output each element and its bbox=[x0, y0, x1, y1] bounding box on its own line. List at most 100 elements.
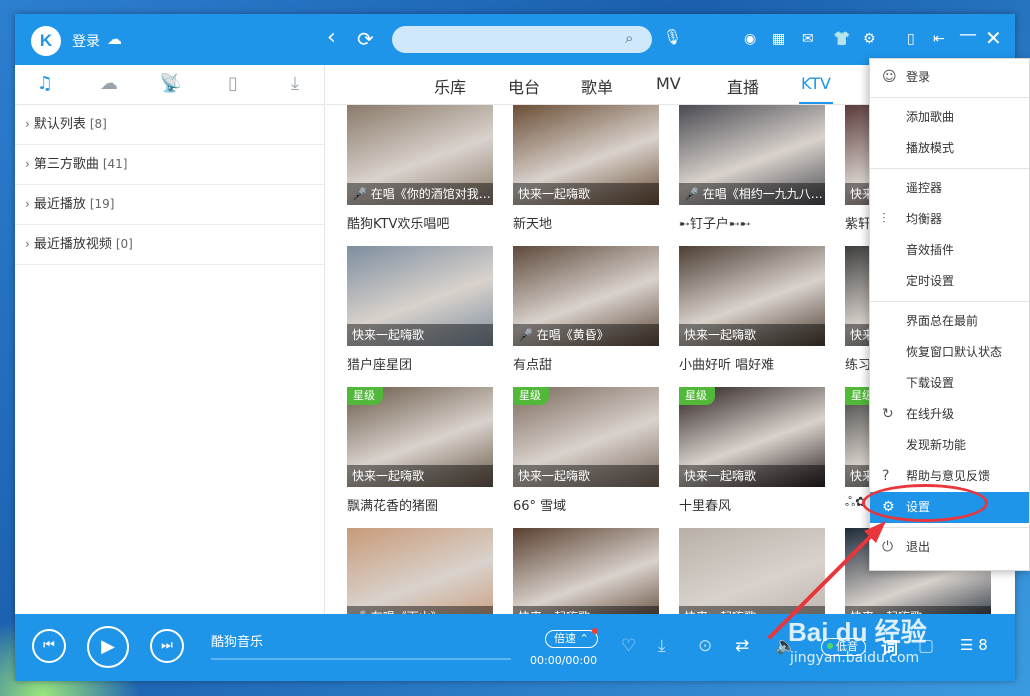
room-thumbnail[interactable]: 快来一起嗨歌 bbox=[347, 246, 493, 346]
favorite-icon[interactable]: ♡ bbox=[621, 636, 636, 656]
menu-item[interactable]: 音效插件 bbox=[870, 235, 1029, 266]
broadcast-icon[interactable]: 📡 bbox=[156, 73, 186, 94]
room-title[interactable]: 有点甜 bbox=[513, 354, 659, 373]
menu-item[interactable]: 发现新功能 bbox=[870, 430, 1029, 461]
skin-icon[interactable]: 👕 bbox=[833, 30, 850, 48]
more-icon[interactable]: ⊙ bbox=[698, 636, 712, 656]
sidebar-item[interactable]: › 最近播放视频 [0] bbox=[15, 225, 324, 265]
kugou-logo[interactable]: K bbox=[31, 26, 61, 56]
tab-library[interactable]: 乐库 bbox=[434, 74, 466, 98]
room-thumbnail[interactable]: 🎤 在唱《黄昏》 bbox=[513, 246, 659, 346]
refresh-icon[interactable]: ⟳ bbox=[357, 26, 374, 52]
menu-item[interactable]: 下载设置 bbox=[870, 368, 1029, 399]
ktv-room-card[interactable]: 星级快来一起嗨歌十里春风 bbox=[679, 387, 825, 514]
menu-item[interactable]: ⫶ 均衡器 bbox=[870, 204, 1029, 235]
chevron-right-icon: › bbox=[25, 157, 30, 171]
close-icon[interactable]: ✕ bbox=[985, 26, 1002, 50]
room-title[interactable]: 十里春风 bbox=[679, 495, 825, 514]
collapse-icon[interactable]: ⇤ bbox=[933, 30, 945, 48]
ktv-room-card[interactable]: 快来一起嗨歌 新天地 bbox=[513, 105, 659, 232]
watermark-url: jingyan.baidu.com bbox=[790, 650, 920, 666]
settings-menu-icon[interactable]: ⚙ bbox=[863, 30, 876, 48]
room-thumbnail[interactable]: 🎤 在唱《下山》 bbox=[347, 528, 493, 614]
music-note-icon[interactable]: ♫ bbox=[30, 73, 60, 94]
download-song-icon[interactable]: ⤓ bbox=[658, 636, 666, 656]
menu-item[interactable]: 遥控器 bbox=[870, 173, 1029, 204]
menu-item[interactable]: ⏻ 退出 bbox=[870, 532, 1029, 563]
menu-item[interactable]: 恢复窗口默认状态 bbox=[870, 337, 1029, 368]
room-thumbnail[interactable]: 快来一起嗨歌 bbox=[513, 528, 659, 614]
login-link[interactable]: 登录 bbox=[72, 31, 100, 51]
ktv-room-card[interactable]: 快来一起嗨歌 bbox=[513, 528, 659, 614]
menu-item[interactable]: 播放模式 bbox=[870, 133, 1029, 164]
message-icon[interactable]: ✉ bbox=[802, 30, 814, 48]
tab-ktv[interactable]: KTV bbox=[801, 74, 831, 93]
tab-radio[interactable]: 电台 bbox=[508, 74, 540, 98]
progress-bar[interactable] bbox=[211, 658, 511, 660]
voice-search-icon[interactable]: 🎙 bbox=[663, 28, 682, 46]
room-title[interactable]: 飘满花香的猪圈 bbox=[347, 495, 493, 514]
ktv-room-card[interactable]: 🎤 在唱《黄昏》有点甜 bbox=[513, 246, 659, 373]
menu-item-label: 音效插件 bbox=[906, 243, 955, 257]
playlist-button[interactable]: ☰ 8 bbox=[960, 636, 988, 654]
radio-icon[interactable]: ◉ bbox=[744, 30, 756, 48]
speed-button[interactable]: 倍速 ⌃ bbox=[545, 630, 598, 648]
download-icon[interactable]: ⤓ bbox=[280, 73, 310, 94]
ktv-room-card[interactable]: 星级 快来一起嗨歌 66° 雪域 bbox=[513, 387, 659, 514]
previous-track-icon[interactable]: ⏮ bbox=[32, 629, 66, 663]
sidebar-item[interactable]: › 默认列表 [8] bbox=[15, 105, 324, 145]
search-input[interactable] bbox=[392, 26, 652, 53]
microphone-icon: 🎤 bbox=[684, 187, 699, 201]
mini-mode-icon[interactable]: ▯ bbox=[907, 30, 915, 48]
menu-item[interactable]: ☺ 登录 bbox=[870, 62, 1029, 93]
room-title[interactable]: 66° 雪域 bbox=[513, 495, 659, 514]
menu-item[interactable]: 界面总在最前 bbox=[870, 306, 1029, 337]
next-track-icon[interactable]: ⏭ bbox=[150, 629, 184, 663]
ktv-room-card[interactable]: 快来一起嗨歌猎户座星团 bbox=[347, 246, 493, 373]
room-thumbnail[interactable]: 星级 快来一起嗨歌 bbox=[347, 387, 493, 487]
minimize-icon[interactable]: — bbox=[959, 23, 977, 47]
cloud-sync-icon[interactable]: ☁ bbox=[107, 30, 122, 48]
search-icon[interactable]: ⌕ bbox=[625, 29, 633, 47]
apps-icon[interactable]: ▦ bbox=[772, 30, 785, 48]
menu-item[interactable]: 添加歌曲 bbox=[870, 102, 1029, 133]
device-icon[interactable]: ▯ bbox=[218, 73, 248, 94]
room-thumbnail[interactable]: 星级 快来一起嗨歌 bbox=[513, 387, 659, 487]
chevron-right-icon: › bbox=[25, 237, 30, 251]
room-title[interactable]: 猎户座星团 bbox=[347, 354, 493, 373]
room-thumbnail[interactable]: 快来一起嗨歌 bbox=[679, 246, 825, 346]
sidebar-item-label: 最近播放视频 bbox=[33, 237, 112, 252]
play-icon[interactable]: ▶ bbox=[87, 626, 129, 668]
back-icon[interactable]: ‹ bbox=[327, 25, 336, 51]
room-thumbnail[interactable]: 🎤 在唱《你的酒馆对我… bbox=[347, 105, 493, 205]
star-badge: 星级 bbox=[679, 387, 715, 405]
cloud-icon[interactable]: ☁ bbox=[94, 73, 124, 94]
ktv-room-card[interactable]: 快来一起嗨歌小曲好听 唱好难 bbox=[679, 246, 825, 373]
room-title[interactable]: 新天地 bbox=[513, 213, 659, 232]
menu-item-label: 下载设置 bbox=[906, 376, 955, 390]
room-thumbnail[interactable]: 快来一起嗨歌 bbox=[513, 105, 659, 205]
menu-item[interactable]: 定时设置 bbox=[870, 266, 1029, 297]
tab-mv[interactable]: MV bbox=[656, 74, 681, 93]
menu-separator bbox=[870, 168, 1029, 169]
ktv-room-card[interactable]: 星级 快来一起嗨歌飘满花香的猪圈 bbox=[347, 387, 493, 514]
menu-item[interactable]: ↻ 在线升级 bbox=[870, 399, 1029, 430]
speed-notification-dot bbox=[592, 628, 598, 634]
room-thumbnail[interactable]: 🎤 在唱《相约一九九八… bbox=[679, 105, 825, 205]
room-status-text: 快来一起嗨歌 bbox=[684, 469, 757, 483]
tab-playlist[interactable]: 歌单 bbox=[581, 74, 613, 98]
tab-live[interactable]: 直播 bbox=[727, 74, 759, 98]
active-tab-indicator bbox=[799, 102, 833, 104]
user-icon: ☺ bbox=[882, 69, 897, 85]
playlist-count: 8 bbox=[978, 636, 988, 654]
sidebar-item[interactable]: › 最近播放 [19] bbox=[15, 185, 324, 225]
room-title[interactable]: ➸钉子户➸➸ bbox=[679, 213, 825, 232]
sidebar-item[interactable]: › 第三方歌曲 [41] bbox=[15, 145, 324, 185]
ktv-room-card[interactable]: 🎤 在唱《下山》 bbox=[347, 528, 493, 614]
ktv-room-card[interactable]: 🎤 在唱《相约一九九八… ➸钉子户➸➸ bbox=[679, 105, 825, 232]
repeat-mode-icon[interactable]: ⇄ bbox=[735, 636, 749, 656]
room-thumbnail[interactable]: 星级快来一起嗨歌 bbox=[679, 387, 825, 487]
ktv-room-card[interactable]: 🎤 在唱《你的酒馆对我… 酷狗KTV欢乐唱吧 bbox=[347, 105, 493, 232]
room-title[interactable]: 小曲好听 唱好难 bbox=[679, 354, 825, 373]
room-title[interactable]: 酷狗KTV欢乐唱吧 bbox=[347, 213, 493, 232]
